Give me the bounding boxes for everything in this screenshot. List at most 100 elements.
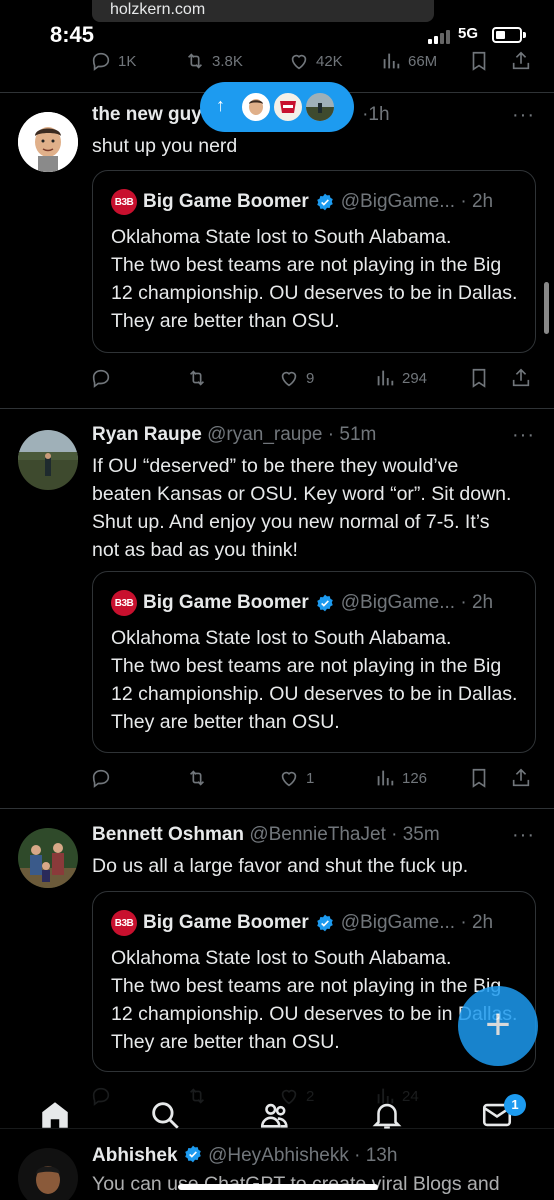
tweet-text: Do us all a large favor and shut the fuc… [92,855,469,877]
reply-button[interactable]: 1K [90,48,136,74]
memoji-avatar-image [18,112,78,172]
view-count: 294 [402,369,428,387]
more-options-icon[interactable]: ··· [512,824,535,847]
share-button[interactable] [510,48,532,74]
view-count: 66M [408,52,438,70]
author-handle: @HeyAbhishekk · 13h [208,1145,398,1166]
quote-avatar: B3B [111,590,137,616]
quote-author: Big Game Boomer [143,191,309,212]
quote-header: B3B Big Game Boomer @BigGame... · 2h [111,910,493,936]
retweet-button[interactable] [186,365,208,391]
more-options-icon[interactable]: ··· [512,104,535,127]
pill-avatar [240,91,272,123]
quote-handle: @BigGame... · 2h [340,912,494,933]
scrollbar-thumb[interactable] [544,282,549,334]
retweet-icon [189,770,205,786]
retweet-button[interactable] [186,765,208,791]
heart-icon [281,371,297,387]
bookmark-button[interactable] [468,365,490,391]
quote-avatar: B3B [111,910,137,936]
reply-button[interactable] [90,365,112,391]
tweet-actions: 1 126 [90,765,534,791]
views-button[interactable]: 126 [374,765,427,791]
messages-badge: 1 [504,1094,526,1116]
quote-author: Big Game Boomer [143,592,309,613]
bookmark-icon [472,51,486,71]
avatar[interactable] [18,112,78,172]
communities-icon[interactable] [258,1098,292,1132]
author-name[interactable]: Bennett Oshman [92,824,244,845]
views-icon [377,770,394,786]
pill-avatar [304,91,336,123]
like-button[interactable]: 1 [278,765,314,791]
reply-icon [92,369,110,388]
share-button[interactable] [510,765,532,791]
home-icon[interactable] [38,1098,72,1132]
reply-button[interactable] [90,765,112,791]
divider [0,808,554,809]
home-indicator[interactable] [178,1184,378,1190]
divider [0,408,554,409]
avatar[interactable] [18,1148,78,1200]
tweet-header: Ryan Raupe @ryan_raupe · 51m [92,424,376,446]
share-icon [512,51,530,70]
quote-handle: @BigGame... · 2h [340,191,494,212]
new-posts-pill[interactable]: ↑ [200,82,354,132]
quote-text: Oklahoma State lost to South Alabama. Th… [111,627,518,733]
tweet-text: shut up you nerd [92,135,238,157]
quote-header: B3B Big Game Boomer @BigGame... · 2h [111,590,493,616]
verified-badge-icon [317,914,333,932]
avatar[interactable] [18,828,78,888]
more-options-icon[interactable]: ··· [512,424,535,447]
clock: 8:45 [50,22,95,47]
author-handle: ·1h [362,104,390,125]
verified-badge-icon [185,1145,201,1163]
retweet-count: 3.8K [212,52,243,70]
heart-icon [291,54,307,70]
quote-avatar: B3B [111,189,137,215]
quote-handle: @BigGame... · 2h [340,592,494,613]
bookmark-button[interactable] [468,48,490,74]
quote-author: Big Game Boomer [143,912,309,933]
search-icon[interactable] [148,1098,182,1132]
tweet-actions: 1K 3.8K 42K 66M [90,48,534,74]
link-chip[interactable]: holzkern.com [92,0,434,22]
author-name[interactable]: Abhishek [92,1145,178,1166]
tweet-header: Bennett Oshman @BennieThaJet · 35m [92,824,440,846]
share-button[interactable] [510,365,532,391]
verified-badge-icon [317,594,333,612]
signal-icon [428,30,452,44]
like-button[interactable]: 9 [278,365,314,391]
arrow-up-icon: ↑ [216,95,225,115]
compose-plus-icon[interactable]: + [458,986,538,1066]
share-icon [512,368,530,387]
quote-text: Oklahoma State lost to South Alabama. Th… [111,226,518,332]
retweet-icon [187,53,203,69]
author-handle: @BennieThaJet · 35m [249,824,440,845]
reply-icon [92,52,110,71]
quote-card[interactable]: B3B Big Game Boomer @BigGame... · 2h Okl… [92,571,536,753]
like-count: 42K [316,52,343,70]
retweet-icon [189,370,205,386]
author-name[interactable]: Ryan Raupe [92,424,202,445]
reply-count: 1K [118,52,137,70]
portrait-avatar-image [18,1148,78,1200]
bottom-nav [0,1080,554,1150]
like-button[interactable]: 42K [288,48,343,74]
quote-card[interactable]: B3B Big Game Boomer @BigGame... · 2h Okl… [92,170,536,353]
bookmark-icon [472,768,486,788]
notifications-icon[interactable] [370,1098,404,1132]
author-name[interactable]: the new guy [92,104,202,125]
views-button[interactable]: 294 [374,365,427,391]
divider [0,1128,554,1129]
views-button[interactable]: 66M [380,48,437,74]
bookmark-button[interactable] [468,765,490,791]
retweet-button[interactable]: 3.8K [184,48,243,74]
like-count: 1 [306,769,315,787]
reply-icon [92,769,110,788]
share-icon [512,768,530,787]
author-handle: @ryan_raupe · 51m [207,424,377,445]
avatar[interactable] [18,430,78,490]
family-photo-avatar-image [18,828,78,888]
tweet-text: If OU “deserved” to be there they would’… [92,455,512,561]
